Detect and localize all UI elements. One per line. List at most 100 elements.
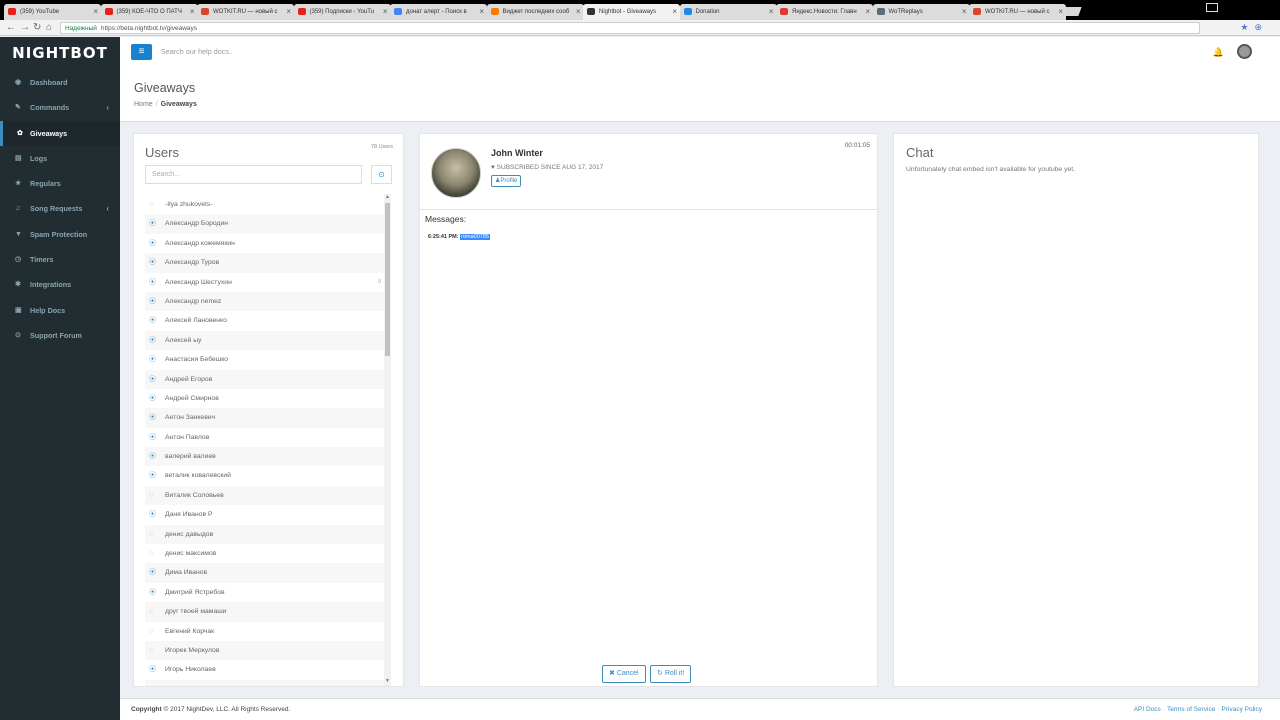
bookmark-star-icon[interactable]: ★⊕ [1240,22,1268,33]
list-item[interactable]: ⦿ Александр Бородин [145,214,391,234]
browser-tab[interactable]: (359) YouTube × [4,4,101,20]
close-tab-icon[interactable]: × [962,4,967,20]
copyright: Copyright © 2017 NightDev, LLC. All Righ… [131,706,290,713]
list-item[interactable]: ○ друг твоей мамаши [145,602,391,622]
browser-tab[interactable]: донат алерт - Поиск в × [390,4,487,20]
close-tab-icon[interactable]: × [190,4,195,20]
copyright-label: Copyright [131,706,162,713]
sidebar-item-dashboard[interactable]: ◉ Dashboard [0,70,120,95]
help-search-input[interactable]: Search our help docs.. [161,47,233,56]
subscribed-status: ♥ SUBSCRIBED SINCE AUG 17, 2017 [491,164,603,171]
sidebar-item-logs[interactable]: ▤ Logs [0,146,120,171]
list-item[interactable]: ○ Евгений Корчак [145,622,391,641]
browser-tab[interactable]: WOTKIT.RU — новый с × [969,4,1066,20]
list-item[interactable]: ⦿ Андрей Смирнов [145,389,391,408]
sidebar-item-giveaways[interactable]: ✿ Giveaways [0,120,120,146]
list-item[interactable]: ⦿ Игорь Николаев [145,660,391,679]
reload-icon[interactable]: ↻ [33,22,41,34]
browser-tab[interactable]: WOTKIT.RU — новый с × [197,4,294,20]
list-item[interactable]: ⦿ валерий валиев [145,447,391,467]
list-item[interactable]: ⦿ Антон Павлов [145,428,391,447]
filter-button[interactable]: ⊙ [371,165,392,184]
list-item[interactable]: ⦿ Алексей ыу [145,330,391,351]
star-icon: ★ [15,180,22,188]
close-tab-icon[interactable]: × [479,4,484,20]
bell-icon[interactable]: 🔔 [1213,47,1224,58]
list-item[interactable]: ⦿ Даня Иванов Р [145,505,391,524]
profile-label: Profile [500,178,518,184]
sidebar-item-help-docs[interactable]: ▣ Help Docs [0,298,120,323]
browser-tab[interactable]: WoTReplays × [872,4,970,20]
list-item[interactable]: ○ Виталик Соловьев [145,485,391,506]
menu-toggle-button[interactable]: ≡ [131,44,152,60]
list-item[interactable]: ⦿ Алексей Лановенко [145,311,391,330]
user-name: денис давыдов [165,530,214,538]
scroll-down-icon[interactable]: ▼ [385,678,390,684]
breadcrumb-current: Giveaways [160,101,197,108]
user-name: Александр Шестухин [165,278,232,286]
copyright-text: © 2017 NightDev, LLC. All Rights Reserve… [163,706,291,713]
sidebar-item-song-requests[interactable]: ♫ Song Requests ‹ [0,196,120,221]
sidebar-item-spam-protection[interactable]: ▼ Spam Protection [0,222,120,247]
list-item[interactable]: ○ денис давыдов [145,524,391,545]
sidebar-item-support-forum[interactable]: ⊙ Support Forum [0,323,120,348]
user-name: Алексей ыу [165,336,202,344]
list-item[interactable]: ⦿ веталик ковалевский [145,466,391,485]
close-tab-icon[interactable]: × [286,4,291,20]
browser-tab[interactable]: Яндекс.Новости: Главн × [776,4,873,20]
list-item[interactable]: ⦿ Александр Шестухин 9 [145,273,391,292]
close-tab-icon[interactable]: × [769,4,774,20]
user-list-scroll-thumb[interactable] [385,203,390,356]
favicon-icon [297,8,306,15]
sidebar-item-commands[interactable]: ✎ Commands ‹ [0,95,120,120]
active-user-icon: ⦿ [149,375,156,383]
browser-tab[interactable]: Donation × [679,4,777,20]
list-item[interactable]: ⦿ Анастасия Бебешко [145,350,391,369]
browser-tab[interactable]: Виджет последних сооб × [486,4,584,20]
browser-tab[interactable]: (359) Подписки - YouTu × [293,4,391,20]
list-item[interactable]: ○ -Ilya zhukovets- [145,195,391,214]
cancel-button[interactable]: ✖ Cancel [602,665,646,683]
list-item[interactable]: ○ денис максимов [145,544,391,563]
page-title: Giveaways [134,81,196,95]
sidebar-item-timers[interactable]: ◷ Timers [0,247,120,272]
window-control-icon[interactable] [1206,3,1218,12]
sidebar-item-label: Timers [30,255,54,265]
list-item[interactable]: ○ Игорек Меркулов [145,640,391,661]
address-bar[interactable]: Надежный https://beta.nightbot.tv/giveawa… [60,22,1200,34]
footer-link-terms[interactable]: Terms of Service [1167,706,1215,713]
list-item[interactable]: ⦿ Александр nemez [145,291,391,312]
home-icon[interactable]: ⌂ [46,22,52,34]
back-icon[interactable]: ← [6,22,16,34]
favicon-icon [876,8,885,15]
close-tab-icon[interactable]: × [1058,4,1063,20]
favicon-icon [104,8,113,15]
close-tab-icon[interactable]: × [576,4,581,20]
roll-button[interactable]: ↻ Roll it! [650,665,692,683]
close-tab-icon[interactable]: × [93,4,98,20]
profile-button[interactable]: ♟Profile [491,175,522,187]
list-item[interactable]: ⦿ Александр кожемякин [145,234,391,253]
user-avatar[interactable] [1237,44,1252,59]
browser-tab[interactable]: (359) КОЕ-ЧТО О ПАТЧ × [100,4,198,20]
list-item[interactable]: ⦿ Александр Туров [145,253,391,273]
footer-links: API Docs · Terms of Service · Privacy Policy [1134,706,1262,713]
close-tab-icon[interactable]: × [672,4,677,20]
browser-tab[interactable]: Nightbot - Giveaways × [583,4,680,20]
footer-link-privacy[interactable]: Privacy Policy [1222,706,1262,713]
sidebar-item-regulars[interactable]: ★ Regulars [0,171,120,196]
footer-link-api-docs[interactable]: API Docs [1134,706,1161,713]
list-item[interactable]: ⦿ Дима Иванов [145,563,391,583]
forward-icon[interactable]: → [20,22,30,34]
nightbot-logo[interactable]: NIGHTBOT [0,37,120,70]
breadcrumb-home[interactable]: Home [134,101,153,108]
list-item[interactable]: ○илья Демидов [145,679,391,686]
sidebar-item-integrations[interactable]: ✱ Integrations [0,272,120,297]
close-tab-icon[interactable]: × [865,4,870,20]
scroll-up-icon[interactable]: ▲ [385,194,390,200]
users-search-input[interactable]: Search... [145,165,362,184]
list-item[interactable]: ⦿ Дмитрий Ястребов [145,583,391,602]
list-item[interactable]: ⦿ Андрей Егоров [145,369,391,389]
list-item[interactable]: ⦿ Антон Занкевич [145,408,391,428]
close-tab-icon[interactable]: × [383,4,388,20]
